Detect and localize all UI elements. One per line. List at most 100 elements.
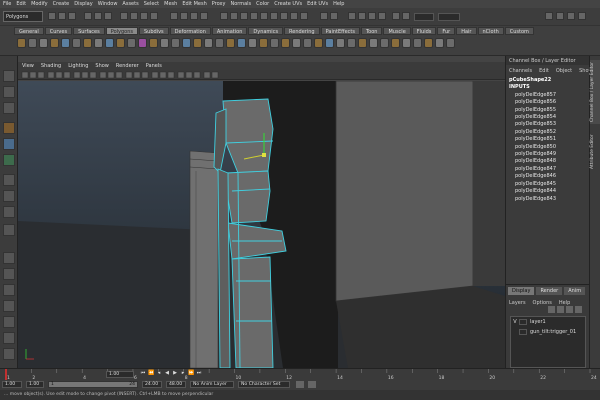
mask-rendering-icon[interactable] xyxy=(290,12,298,20)
shelf-tool-icon[interactable] xyxy=(358,38,367,48)
universal-manip-icon[interactable] xyxy=(3,174,15,186)
viewport-scene[interactable] xyxy=(18,81,505,368)
input-node[interactable]: polyDelEdge855 xyxy=(509,107,589,114)
move-layer-up-icon[interactable] xyxy=(566,306,573,313)
layer-visibility-toggle[interactable]: V xyxy=(511,319,519,325)
render-current-icon[interactable] xyxy=(368,12,376,20)
move-layer-down-icon[interactable] xyxy=(575,306,582,313)
mask-surfaces-icon[interactable] xyxy=(260,12,268,20)
mesh-stem-side[interactable] xyxy=(217,168,231,368)
shelf-tool-icon[interactable] xyxy=(127,38,136,48)
mask-dynamics-icon[interactable] xyxy=(280,12,288,20)
select-hierarchy-icon[interactable] xyxy=(84,12,92,20)
layout-four-icon[interactable] xyxy=(3,268,15,280)
channel-menu-channels[interactable]: Channels xyxy=(509,68,532,74)
paint-select-tool-icon[interactable] xyxy=(3,102,15,114)
shelf-tab-ncloth[interactable]: nCloth xyxy=(477,27,504,35)
lasso-tool-icon[interactable] xyxy=(3,86,15,98)
shelf-tool-icon[interactable] xyxy=(347,38,356,48)
mask-icon[interactable] xyxy=(220,12,228,20)
shelf-tool-icon[interactable] xyxy=(50,38,59,48)
menu-color[interactable]: Color xyxy=(256,1,269,7)
menu-create[interactable]: Create xyxy=(53,1,70,7)
show-manip-icon[interactable] xyxy=(3,206,15,218)
shelf-tab-hair[interactable]: Hair xyxy=(456,27,477,35)
character-set-dropdown[interactable]: No Character Set xyxy=(238,381,290,388)
input-node[interactable]: polyDelEdge845 xyxy=(509,181,589,188)
ipr-render-icon[interactable] xyxy=(190,12,198,20)
shelf-tool-icon[interactable] xyxy=(138,38,147,48)
menu-window[interactable]: Window xyxy=(98,1,118,7)
shelf-tool-icon[interactable] xyxy=(281,38,290,48)
panel-menu-renderer[interactable]: Renderer xyxy=(116,63,139,69)
shelf-tab-painteffects[interactable]: PaintEffects xyxy=(320,27,360,35)
shelf-tab-animation[interactable]: Animation xyxy=(211,27,248,35)
menu-create-uvs[interactable]: Create UVs xyxy=(274,1,302,7)
snap-plane-icon[interactable] xyxy=(150,12,158,20)
select-component-icon[interactable] xyxy=(104,12,112,20)
save-scene-icon[interactable] xyxy=(68,12,76,20)
shelf-tool-icon[interactable] xyxy=(215,38,224,48)
input-node[interactable]: polyDelEdge848 xyxy=(509,158,589,165)
shelf-tool-icon[interactable] xyxy=(237,38,246,48)
snap-curve-icon[interactable] xyxy=(130,12,138,20)
shelf-tool-icon[interactable] xyxy=(94,38,103,48)
panel-menu-show[interactable]: Show xyxy=(95,63,109,69)
shelf-tool-icon[interactable] xyxy=(424,38,433,48)
menu-file[interactable]: File xyxy=(3,1,11,7)
layer-template-toggle[interactable] xyxy=(519,329,527,335)
input-node[interactable]: polyDelEdge847 xyxy=(509,166,589,173)
soft-mod-icon[interactable] xyxy=(3,190,15,202)
side-tab-attribute-editor[interactable]: Attribute Editor xyxy=(590,128,600,176)
manip-center[interactable] xyxy=(262,153,266,157)
menu-edit[interactable]: Edit xyxy=(16,1,26,7)
layer-row[interactable]: gun_tilt:trigger_01 xyxy=(511,327,585,337)
panel-menu-view[interactable]: View xyxy=(22,63,34,69)
shelf-tab-toon[interactable]: Toon xyxy=(360,27,383,35)
snap-point-icon[interactable] xyxy=(140,12,148,20)
mesh-stem[interactable] xyxy=(231,256,274,368)
menu-assets[interactable]: Assets xyxy=(122,1,138,7)
last-tool-icon[interactable] xyxy=(3,224,15,236)
layout-side-icon[interactable] xyxy=(3,284,15,296)
ipr-icon[interactable] xyxy=(378,12,386,20)
mask-handles-icon[interactable] xyxy=(230,12,238,20)
shelf-tool-icon[interactable] xyxy=(28,38,37,48)
layout-graph-icon[interactable] xyxy=(3,316,15,328)
perspective-viewport[interactable] xyxy=(18,81,505,368)
mask-curves-icon[interactable] xyxy=(250,12,258,20)
render-settings-icon[interactable] xyxy=(200,12,208,20)
menu-help[interactable]: Help xyxy=(333,1,344,7)
input-node[interactable]: polyDelEdge853 xyxy=(509,121,589,128)
range-end-field[interactable]: 24.00 xyxy=(142,381,162,388)
input-node[interactable]: polyDelEdge844 xyxy=(509,188,589,195)
shelf-tab-custom[interactable]: Custom xyxy=(504,27,534,35)
input-field-icon[interactable] xyxy=(402,12,410,20)
input-node[interactable]: polyDelEdge854 xyxy=(509,114,589,121)
shelf-tool-icon[interactable] xyxy=(149,38,158,48)
layer-tab-display[interactable]: Display xyxy=(508,287,535,295)
shelf-tool-icon[interactable] xyxy=(336,38,345,48)
render-icon[interactable] xyxy=(180,12,188,20)
input-node[interactable]: polyDelEdge852 xyxy=(509,129,589,136)
anim-layer-dropdown[interactable]: No Anim Layer xyxy=(190,381,234,388)
shelf-tab-curves[interactable]: Curves xyxy=(44,27,73,35)
menu-display[interactable]: Display xyxy=(74,1,92,7)
object-toggle-icon[interactable] xyxy=(320,12,328,20)
time-slider[interactable]: 1 2 4 6 8 10 12 14 16 18 20 22 24 xyxy=(0,368,600,381)
shelf-tool-icon[interactable] xyxy=(325,38,334,48)
layout-single-icon[interactable] xyxy=(3,252,15,264)
input-field-2[interactable] xyxy=(438,13,460,21)
select-tool-icon[interactable] xyxy=(3,70,15,82)
construction-history-icon[interactable] xyxy=(348,12,356,20)
shelf-tool-icon[interactable] xyxy=(160,38,169,48)
shelf-tool-icon[interactable] xyxy=(83,38,92,48)
preferences-icon[interactable] xyxy=(308,381,316,388)
input-node[interactable]: polyDelEdge850 xyxy=(509,144,589,151)
shelf-tab-dynamics[interactable]: Dynamics xyxy=(248,27,284,35)
channel-menu-object[interactable]: Object xyxy=(556,68,572,74)
shelf-tool-icon[interactable] xyxy=(402,38,411,48)
panel-menu-panels[interactable]: Panels xyxy=(146,63,162,69)
shelf-tool-icon[interactable] xyxy=(116,38,125,48)
side-tab-channel-box[interactable]: Channel Box / Layer Editor xyxy=(590,60,600,124)
